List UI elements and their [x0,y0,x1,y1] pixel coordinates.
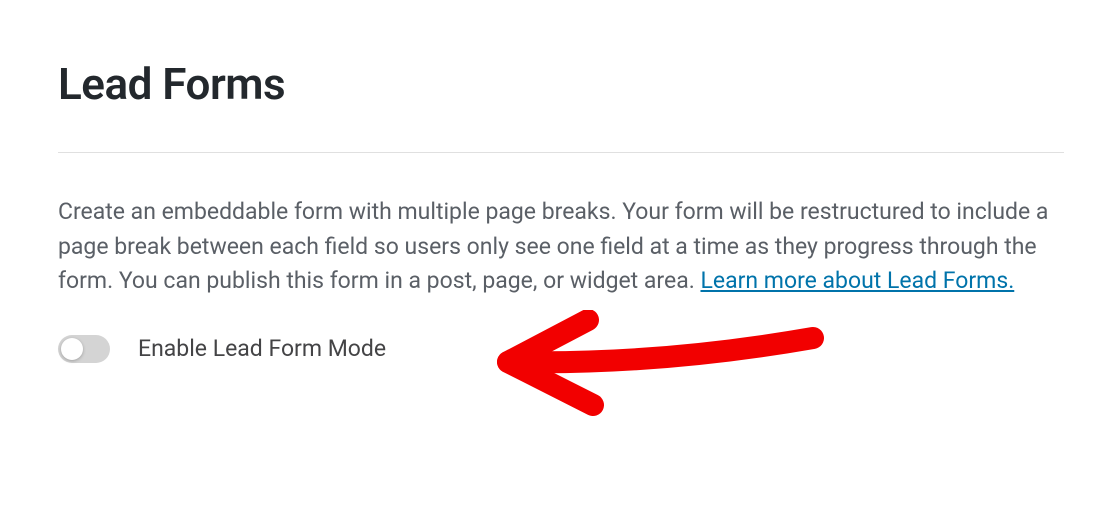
page-title: Lead Forms [58,58,1064,110]
section-description: Create an embeddable form with multiple … [58,195,1058,299]
toggle-knob [61,338,83,360]
arrow-annotation-icon [488,310,828,420]
learn-more-link[interactable]: Learn more about Lead Forms. [700,267,1014,294]
toggle-label: Enable Lead Form Mode [138,335,386,362]
section-divider [58,152,1064,153]
lead-form-mode-toggle[interactable] [58,335,110,363]
toggle-row: Enable Lead Form Mode [58,335,1064,363]
